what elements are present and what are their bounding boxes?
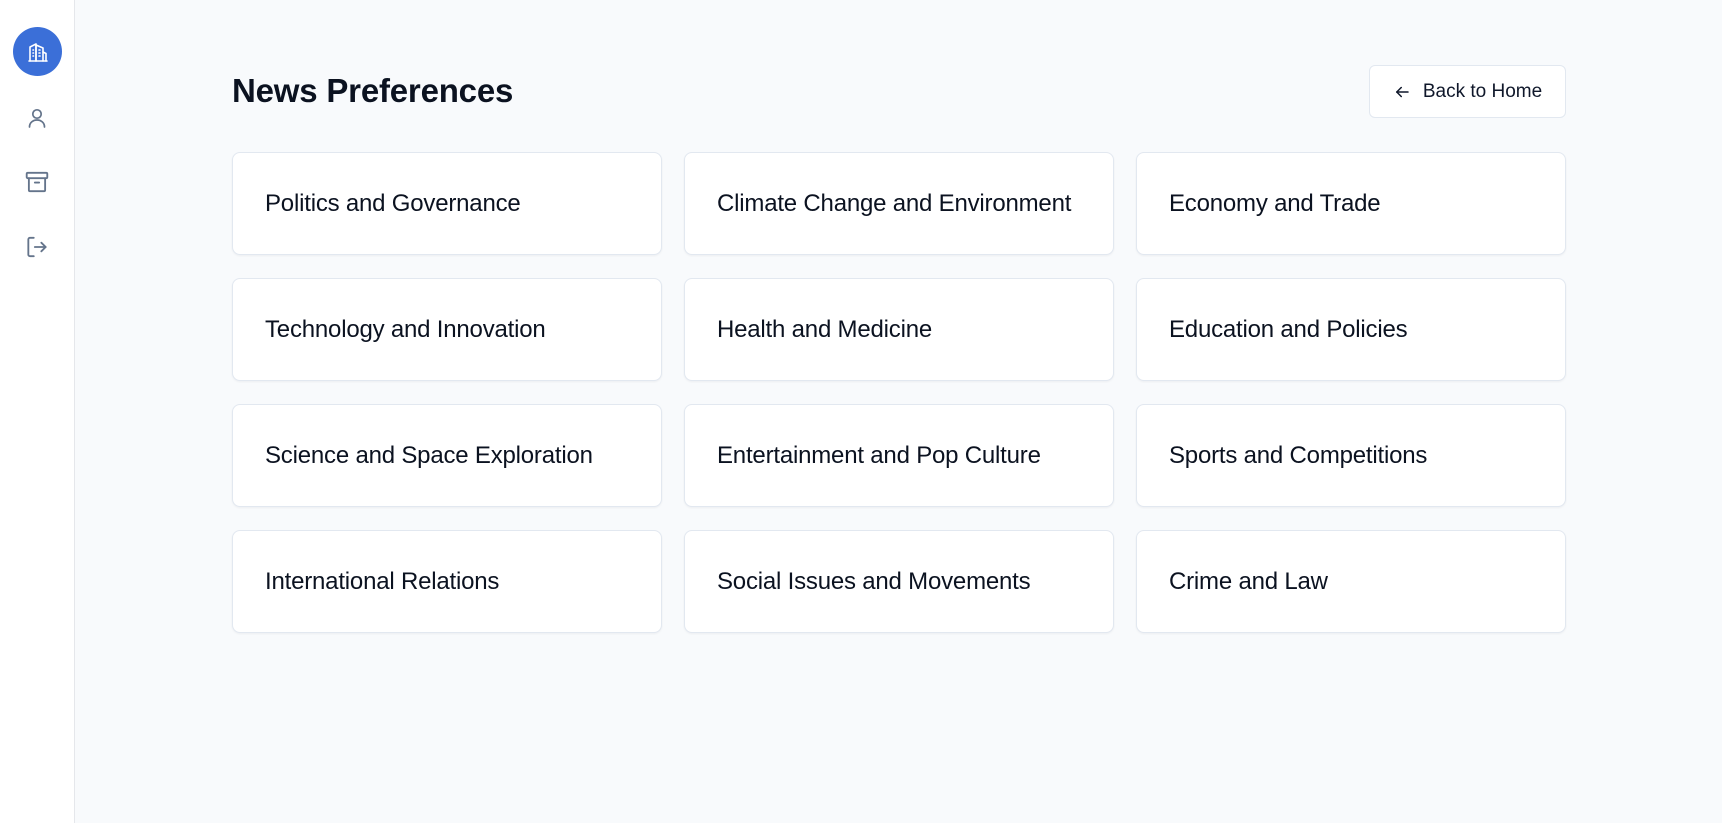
- sidebar-item-logout[interactable]: [23, 233, 51, 261]
- category-label: Climate Change and Environment: [717, 189, 1072, 217]
- back-to-home-button[interactable]: Back to Home: [1369, 65, 1566, 118]
- sidebar-item-profile[interactable]: [23, 104, 51, 132]
- category-card-social[interactable]: Social Issues and Movements: [684, 530, 1114, 633]
- category-card-education[interactable]: Education and Policies: [1136, 278, 1566, 381]
- category-label: International Relations: [265, 567, 500, 595]
- logout-icon: [27, 236, 47, 258]
- category-label: Technology and Innovation: [265, 315, 546, 343]
- category-card-economy[interactable]: Economy and Trade: [1136, 152, 1566, 255]
- category-card-politics[interactable]: Politics and Governance: [232, 152, 662, 255]
- category-card-international[interactable]: International Relations: [232, 530, 662, 633]
- page-title: News Preferences: [232, 72, 514, 109]
- category-label: Science and Space Exploration: [265, 441, 593, 469]
- sidebar: [0, 0, 75, 823]
- category-card-science[interactable]: Science and Space Exploration: [232, 404, 662, 507]
- archive-icon: [25, 171, 49, 193]
- sidebar-item-archive[interactable]: [23, 168, 51, 196]
- arrow-left-icon: [1395, 86, 1409, 97]
- building-icon: [27, 42, 48, 62]
- category-label: Economy and Trade: [1169, 189, 1381, 217]
- category-label: Education and Policies: [1169, 315, 1408, 343]
- user-icon: [28, 108, 46, 128]
- category-card-climate[interactable]: Climate Change and Environment: [684, 152, 1114, 255]
- category-grid: Politics and Governance Climate Change a…: [232, 152, 1567, 633]
- category-card-sports[interactable]: Sports and Competitions: [1136, 404, 1566, 507]
- category-card-health[interactable]: Health and Medicine: [684, 278, 1114, 381]
- category-card-entertainment[interactable]: Entertainment and Pop Culture: [684, 404, 1114, 507]
- category-label: Sports and Competitions: [1169, 441, 1428, 469]
- main-content: News Preferences Back to Home Politics a…: [75, 0, 1722, 823]
- category-label: Social Issues and Movements: [717, 567, 1031, 595]
- category-label: Crime and Law: [1169, 567, 1328, 595]
- category-label: Health and Medicine: [717, 315, 933, 343]
- category-card-technology[interactable]: Technology and Innovation: [232, 278, 662, 381]
- category-card-crime[interactable]: Crime and Law: [1136, 530, 1566, 633]
- category-label: Entertainment and Pop Culture: [717, 441, 1041, 469]
- category-label: Politics and Governance: [265, 189, 521, 217]
- app-logo[interactable]: [13, 27, 62, 76]
- back-button-label: Back to Home: [1422, 80, 1543, 102]
